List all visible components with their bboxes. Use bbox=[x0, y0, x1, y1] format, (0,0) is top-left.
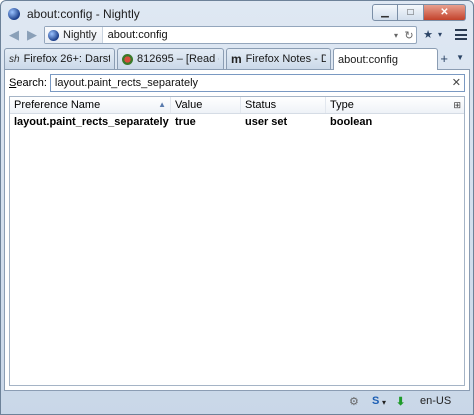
sh-icon: sh bbox=[9, 53, 20, 65]
title-bar: about:config - Nightly ▁ □ ✕ bbox=[1, 1, 473, 27]
column-header-type[interactable]: Type ⊞ bbox=[326, 97, 464, 113]
column-header-value[interactable]: Value bbox=[171, 97, 241, 113]
sort-ascending-icon: ▲ bbox=[158, 100, 166, 109]
table-row[interactable]: layout.paint_rects_separately true user … bbox=[10, 114, 464, 129]
new-tab-icon[interactable]: + bbox=[440, 51, 448, 66]
forward-arrow-icon[interactable]: ▶ bbox=[24, 27, 40, 43]
column-label: Value bbox=[175, 99, 203, 111]
column-label: Status bbox=[245, 99, 277, 111]
table-header: Preference Name ▲ Value Status Type ⊞ bbox=[10, 97, 464, 114]
tab-label: Firefox 26+: Darste... bbox=[23, 53, 110, 65]
bug-icon bbox=[122, 53, 133, 65]
navigation-bar: ◀ ▶ Nightly about:config ▾ ↻ ★ ▾ bbox=[4, 26, 470, 44]
nightly-icon bbox=[48, 29, 59, 41]
search-input[interactable] bbox=[49, 74, 465, 92]
history-dropdown-icon[interactable]: ▾ bbox=[390, 31, 402, 40]
window-title: about:config - Nightly bbox=[27, 7, 140, 21]
status-bar: ⚙ S ▾ ⬇ en-US bbox=[4, 392, 470, 412]
search-label: Search: bbox=[9, 77, 47, 89]
page-content: Search: ✕ Preference Name ▲ Value Status… bbox=[4, 69, 470, 391]
s-addon-dropdown-icon[interactable]: ▾ bbox=[382, 398, 386, 407]
tab-bug-812695[interactable]: 812695 – [Read co... bbox=[117, 48, 224, 69]
search-row: Search: ✕ bbox=[9, 74, 465, 92]
clear-search-icon[interactable]: ✕ bbox=[452, 76, 461, 89]
back-arrow-icon[interactable]: ◀ bbox=[6, 27, 22, 43]
column-label: Preference Name bbox=[14, 99, 101, 111]
tab-label: Firefox Notes - De... bbox=[245, 53, 326, 65]
tab-label: about:config bbox=[338, 53, 398, 66]
tab-firefox-darstellung[interactable]: sh Firefox 26+: Darste... bbox=[4, 48, 115, 69]
bookmark-dropdown-icon[interactable]: ▾ bbox=[436, 27, 444, 43]
list-all-tabs-icon[interactable]: ▼ bbox=[456, 53, 464, 62]
tab-strip: sh Firefox 26+: Darste... 812695 – [Read… bbox=[4, 48, 470, 70]
column-header-preference-name[interactable]: Preference Name ▲ bbox=[10, 97, 171, 113]
tab-about-config[interactable]: about:config bbox=[333, 48, 438, 70]
download-arrow-icon[interactable]: ⬇ bbox=[396, 395, 405, 408]
bookmark-star-icon[interactable]: ★ bbox=[422, 27, 434, 43]
minimize-button[interactable]: ▁ bbox=[372, 4, 398, 21]
identity-box[interactable]: Nightly bbox=[45, 27, 103, 43]
tab-firefox-notes[interactable]: m Firefox Notes - De... bbox=[226, 48, 331, 69]
cell-preference-name: layout.paint_rects_separately bbox=[14, 115, 169, 128]
maximize-button[interactable]: □ bbox=[398, 4, 424, 21]
identity-label: Nightly bbox=[63, 29, 97, 41]
nightly-app-icon bbox=[8, 8, 20, 20]
mdn-icon: m bbox=[231, 52, 242, 66]
close-button[interactable]: ✕ bbox=[424, 4, 466, 21]
cell-status: user set bbox=[245, 115, 288, 128]
reload-icon[interactable]: ↻ bbox=[402, 29, 416, 42]
url-text[interactable]: about:config bbox=[103, 29, 390, 41]
tab-label: 812695 – [Read co... bbox=[137, 53, 219, 65]
browser-window: about:config - Nightly ▁ □ ✕ ◀ ▶ Nightly… bbox=[0, 0, 474, 415]
column-picker-icon[interactable]: ⊞ bbox=[453, 100, 461, 111]
column-label: Type bbox=[330, 99, 354, 111]
column-header-status[interactable]: Status bbox=[241, 97, 326, 113]
menu-hamburger-icon[interactable] bbox=[454, 28, 468, 41]
cell-value: true bbox=[175, 115, 196, 128]
preferences-table: Preference Name ▲ Value Status Type ⊞ la… bbox=[9, 96, 465, 386]
s-addon-icon[interactable]: S bbox=[372, 395, 379, 407]
window-controls: ▁ □ ✕ bbox=[372, 4, 466, 21]
gear-icon[interactable]: ⚙ bbox=[349, 395, 359, 408]
search-label-rest: earch: bbox=[16, 77, 47, 89]
url-bar[interactable]: Nightly about:config ▾ ↻ bbox=[44, 26, 417, 44]
locale-label[interactable]: en-US bbox=[420, 395, 451, 407]
cell-type: boolean bbox=[330, 115, 373, 128]
